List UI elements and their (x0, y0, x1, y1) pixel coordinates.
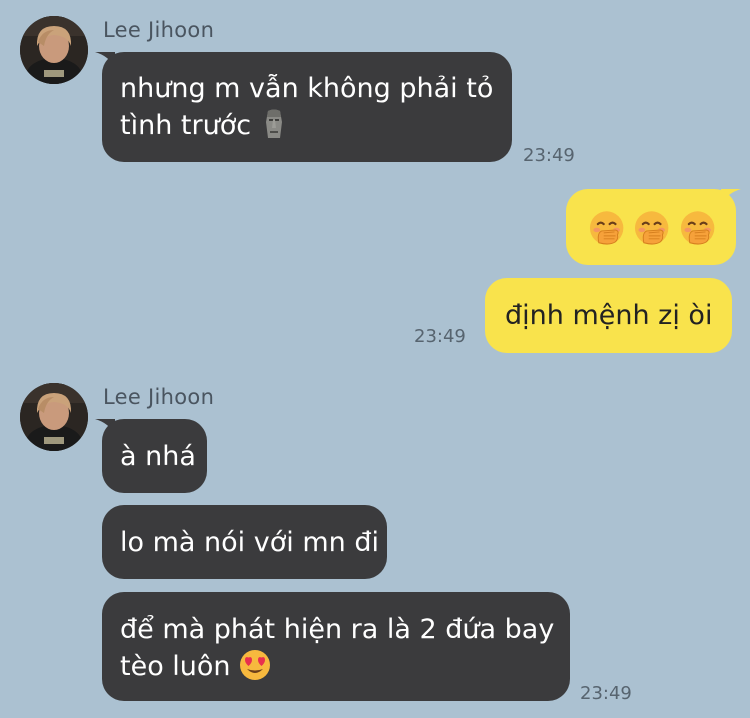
sender-name: Lee Jihoon (103, 18, 215, 42)
message-text: tình trước (120, 110, 252, 141)
message-bubble[interactable] (566, 189, 736, 265)
timestamp: 23:49 (523, 145, 575, 166)
moai-icon (260, 108, 288, 150)
message-text: nhưng m vẫn không phải tỏ (120, 73, 494, 104)
message-text: để mà phát hiện ra là 2 đứa bay (120, 614, 555, 645)
message-bubble[interactable]: lo mà nói với mn đi (102, 505, 387, 579)
face-with-hand-over-mouth-icon (589, 211, 624, 245)
message-text: lo mà nói với mn đi (120, 527, 379, 558)
timestamp: 23:49 (414, 326, 466, 347)
message-text: định mệnh zị òi (505, 300, 713, 331)
avatar[interactable] (20, 16, 88, 84)
message-bubble[interactable]: nhưng m vẫn không phải tỏ tình trước (102, 52, 512, 162)
message-text: tèo luôn (120, 651, 231, 682)
message-text-line2: tình trước (120, 107, 494, 150)
message-text: à nhá (120, 441, 196, 472)
message-bubble[interactable]: để mà phát hiện ra là 2 đứa bay tèo luôn (102, 592, 570, 701)
face-with-hand-over-mouth-icon (680, 211, 715, 245)
message-text-line2: tèo luôn (120, 648, 552, 691)
emoji-row (588, 205, 716, 247)
avatar[interactable] (20, 383, 88, 451)
avatar-photo (20, 16, 88, 84)
timestamp: 23:49 (580, 683, 632, 704)
avatar-photo (20, 383, 88, 451)
face-with-hand-over-mouth-icon (635, 211, 669, 245)
sender-name: Lee Jihoon (103, 385, 215, 409)
heart-eyes-icon (239, 649, 271, 691)
message-bubble[interactable]: à nhá (102, 419, 207, 493)
message-bubble[interactable]: định mệnh zị òi (485, 278, 732, 353)
